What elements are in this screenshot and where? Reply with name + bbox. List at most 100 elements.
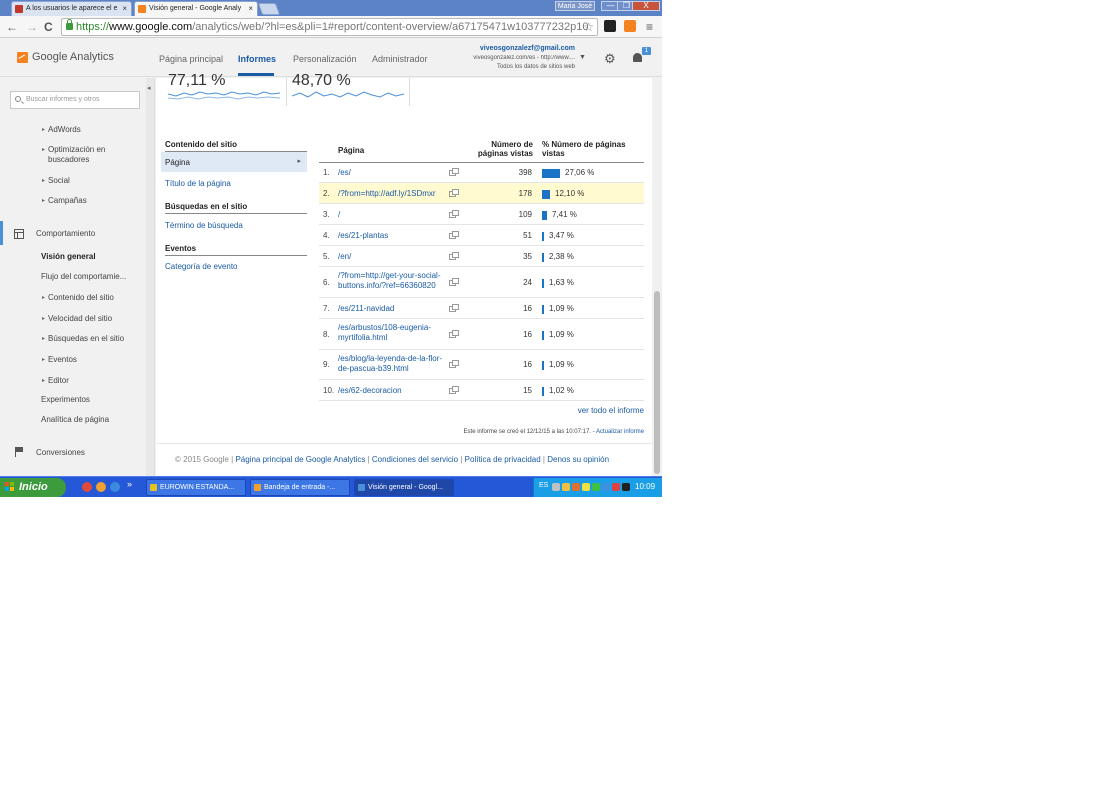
table-row[interactable]: 6. /?from=http://get-your-social-buttons.… [319,267,644,298]
open-external-icon[interactable] [449,189,459,197]
open-external-icon[interactable] [449,330,459,338]
footer-link-privacy[interactable]: Política de privacidad [465,455,541,464]
account-property[interactable]: viveosgonzalez.com/es - http://www.... [430,55,575,61]
tray-mail-icon[interactable] [562,483,570,491]
google-analytics-logo[interactable]: Google Analytics [32,51,114,63]
row-page-link[interactable]: /es/blog/la-leyenda-de-la-flor-de-pascua… [338,354,448,374]
footer-link-ga-home[interactable]: Página principal de Google Analytics [235,455,365,464]
open-external-icon[interactable] [449,386,459,394]
tray-browser-icon[interactable] [612,483,620,491]
bookmark-star-icon[interactable]: ☆ [583,19,594,35]
account-dropdown-icon[interactable]: ▼ [579,54,586,61]
reload-button[interactable]: C [44,19,53,35]
open-external-icon[interactable] [449,360,459,368]
taskbar-button-mail[interactable]: Bandeja de entrada -... [250,479,350,496]
row-page-link[interactable]: /?from=http://adf.ly/1SDmxr [338,189,448,199]
sidebar-item-overview[interactable]: Visión general [41,252,96,262]
dimension-event-category-link[interactable]: Categoría de evento [165,262,238,271]
sidebar-item-experiments[interactable]: Experimentos [41,395,90,405]
table-row[interactable]: 1. /es/398 27,06 % [319,162,644,183]
sidebar-item-campaigns[interactable]: Campañas [42,196,87,206]
page-scrollbar-thumb[interactable] [654,291,660,474]
row-page-link[interactable]: /en/ [338,252,448,262]
tray-app-icon[interactable] [572,483,580,491]
close-tab-icon[interactable]: × [248,2,253,15]
row-page-link[interactable]: /es/ [338,168,448,178]
taskbar-button-eurowin[interactable]: EUROWIN ESTANDA... [146,479,246,496]
table-row[interactable]: 3. / 109 7,41 % [319,204,644,225]
account-view[interactable]: Todos los datos de sitios web [430,64,575,70]
open-external-icon[interactable] [449,278,459,286]
tray-clock[interactable]: 10:09 [635,482,655,491]
nav-home[interactable]: Página principal [159,54,223,64]
sidebar-item-site-speed[interactable]: Velocidad del sitio [42,314,112,324]
taskbar-button-analytics[interactable]: Visión general - Googl... [354,479,454,496]
footer-link-terms[interactable]: Condiciones del servicio [372,455,458,464]
sidebar-item-site-search[interactable]: Búsquedas en el sitio [42,334,124,344]
table-row[interactable]: 7. /es/211-navidad 16 1,09 % [319,298,644,319]
dimension-page-title-link[interactable]: Título de la página [165,179,231,188]
row-page-link[interactable]: /es/211-navidad [338,304,448,314]
column-header-pageviews[interactable]: Número de páginas vistas [470,140,533,158]
ie-quicklaunch-icon[interactable] [110,482,120,492]
browser-tab-forum[interactable]: A los usuarios le aparece el e × [11,1,132,16]
open-external-icon[interactable] [449,231,459,239]
sidebar-item-events[interactable]: Eventos [42,355,77,365]
row-page-link[interactable]: /es/62-decoracion [338,386,448,396]
sidebar-item-seo[interactable]: Optimización en buscadores [42,145,128,165]
row-page-link[interactable]: / [338,210,448,220]
extension-analytics-icon[interactable] [624,20,636,32]
browser-menu-icon[interactable]: ≡ [646,19,653,35]
account-email[interactable]: viveosgonzalezf@gmail.com [430,45,575,52]
column-header-page[interactable]: Página [338,146,364,155]
mail-quicklaunch-icon[interactable] [96,482,106,492]
open-external-icon[interactable] [449,304,459,312]
see-full-report-link[interactable]: ver todo el informe [556,406,644,415]
row-page-link[interactable]: /?from=http://get-your-social-buttons.in… [338,271,448,291]
tray-sync-icon[interactable] [602,483,610,491]
quicklaunch-more-icon[interactable]: » [127,479,132,489]
table-row[interactable]: 9. /es/blog/la-leyenda-de-la-flor-de-pasc… [319,350,644,380]
address-bar[interactable]: https://www.google.com/analytics/web/?hl… [61,18,598,36]
row-page-link[interactable]: /es/21-plantas [338,231,448,241]
table-row[interactable]: 10./es/62-decoracion 15 1,02 % [319,380,644,401]
sidebar-item-page-analytics[interactable]: Analítica de página [41,415,109,425]
column-header-pageviews-pct[interactable]: % Número de páginas vistas [542,140,642,158]
close-tab-icon[interactable]: × [122,2,127,15]
sidebar-section-conversions[interactable]: Conversiones [36,448,85,457]
sidebar-item-social[interactable]: Social [42,176,70,186]
extension-shield-icon[interactable] [604,20,616,32]
table-row[interactable]: 5. /en/35 2,38 % [319,246,644,267]
sidebar-item-behavior-flow[interactable]: Flujo del comportamie... [41,272,126,282]
row-page-link[interactable]: /es/arbustos/108-eugenia-myrtifolia.html [338,323,448,343]
browser-tab-analytics[interactable]: Visión general - Google Analy × [134,1,258,16]
table-row[interactable]: 2. /?from=http://adf.ly/1SDmxr 178 12,10 % [319,183,644,204]
search-reports-input[interactable]: Buscar informes y otros [10,91,140,109]
table-row[interactable]: 4. /es/21-plantas 51 3,47 % [319,225,644,246]
sidebar-item-adwords[interactable]: AdWords [42,125,81,135]
tray-volume-icon[interactable] [622,483,630,491]
collapse-arrow-icon[interactable]: ◂ [147,84,151,92]
open-external-icon[interactable] [449,210,459,218]
sidebar-collapse-bar[interactable]: ◂ [146,78,155,476]
dimension-page[interactable]: Página ▸ [161,152,307,172]
nav-customization[interactable]: Personalización [293,54,357,64]
forward-button[interactable]: → [26,19,38,35]
start-button[interactable]: Inicio [0,478,66,497]
new-tab-button[interactable] [257,3,281,15]
dimension-search-term-link[interactable]: Término de búsqueda [165,221,243,230]
browser-user-button[interactable]: Maria José [555,1,595,11]
open-external-icon[interactable] [449,252,459,260]
footer-link-feedback[interactable]: Denos su opinión [547,455,609,464]
update-report-link[interactable]: Actualizar informe [596,429,644,435]
language-indicator[interactable]: ES [539,482,548,489]
tray-update-icon[interactable] [592,483,600,491]
sidebar-item-site-content[interactable]: Contenido del sitio [42,293,114,303]
sidebar-section-behavior[interactable]: Comportamiento [36,229,95,238]
tray-security-icon[interactable] [582,483,590,491]
sidebar-item-publisher[interactable]: Editor [42,376,69,386]
nav-admin[interactable]: Administrador [372,54,428,64]
back-button[interactable]: ← [6,19,18,35]
gear-icon[interactable]: ⚙ [604,51,616,67]
table-row[interactable]: 8. /es/arbustos/108-eugenia-myrtifolia.ht… [319,319,644,350]
